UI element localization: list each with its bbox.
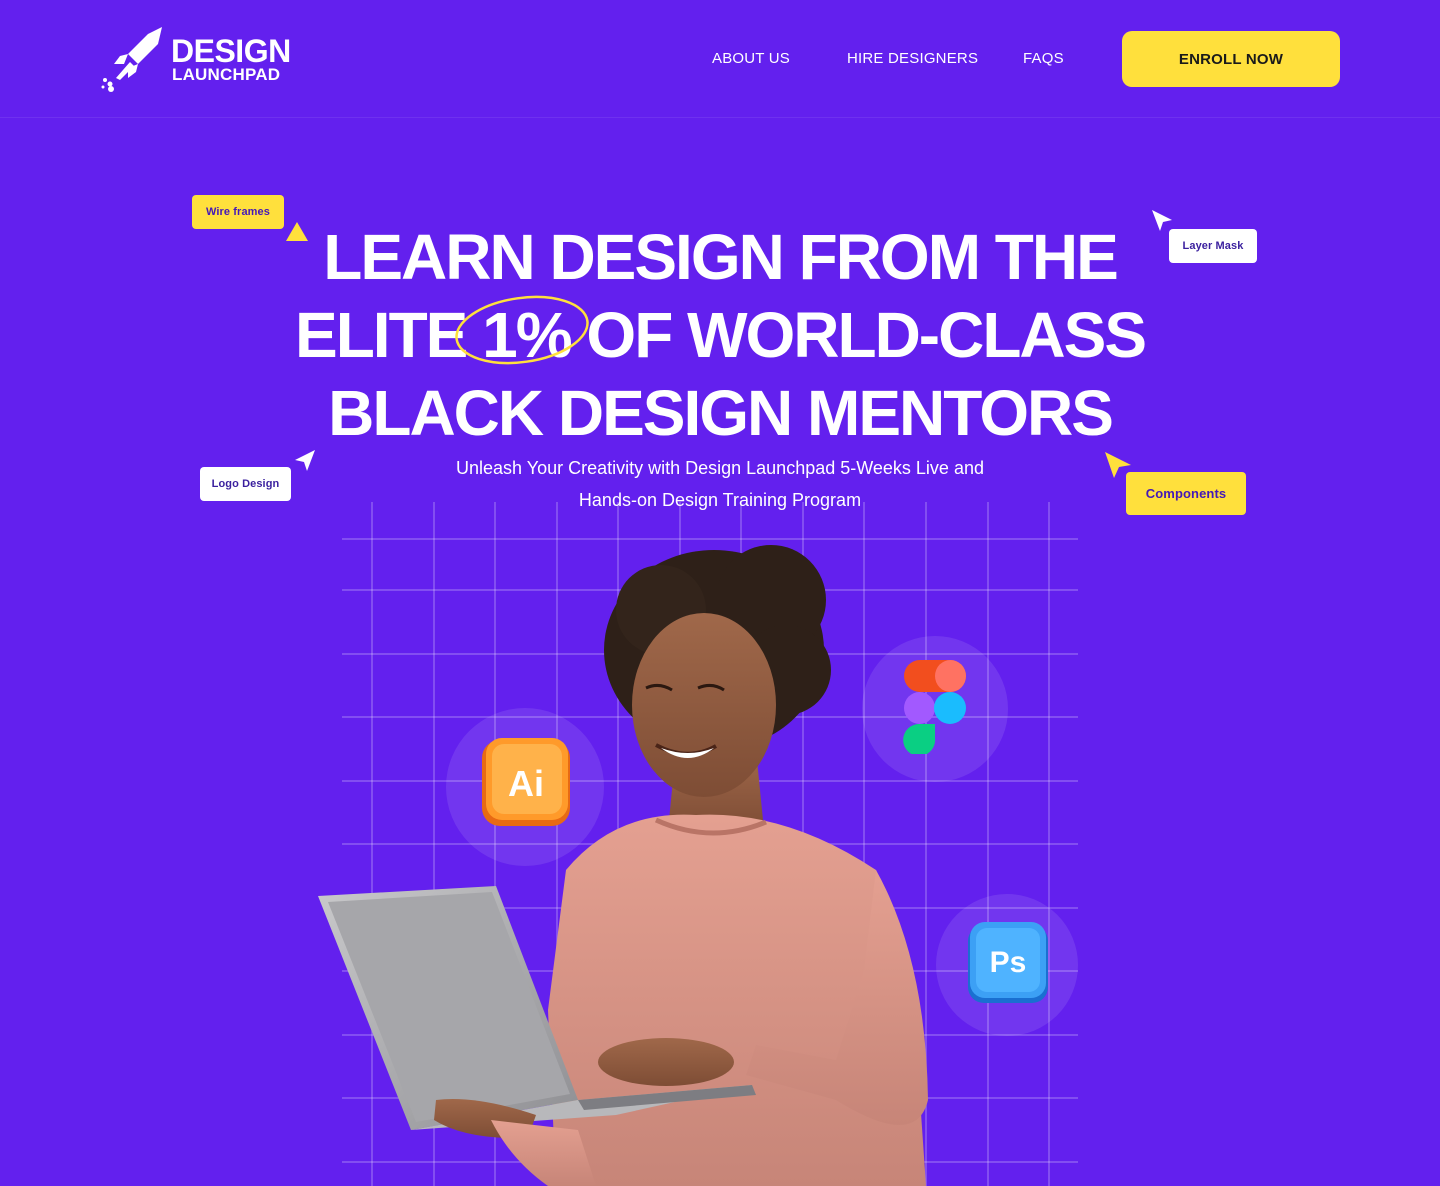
tag-logo-design: Logo Design — [200, 467, 291, 501]
top-navbar: DESIGN LAUNCHPAD ABOUT US HIRE DESIGNERS… — [0, 0, 1440, 118]
brand-name-line1: DESIGN — [171, 33, 291, 69]
nav-link-about-us[interactable]: ABOUT US — [712, 50, 790, 68]
headline-highlight: 1% — [455, 295, 589, 374]
illustrator-label: Ai — [508, 763, 544, 804]
hero-person-photo — [318, 545, 928, 1186]
subtitle-line-1: Unleash Your Creativity with Design Laun… — [456, 458, 984, 478]
photoshop-icon: Ps — [966, 920, 1050, 1004]
headline-line-2-post: OF WORLD-CLASS — [570, 299, 1147, 371]
brand-logo[interactable]: DESIGN LAUNCHPAD — [98, 24, 308, 94]
figma-icon — [902, 658, 968, 756]
brand-name-line2: LAUNCHPAD — [172, 65, 281, 84]
hero-headline: LEARN DESIGN FROM THE ELITE 1% OF WORLD-… — [240, 218, 1200, 452]
enroll-now-button[interactable]: ENROLL NOW — [1122, 31, 1340, 87]
photoshop-label: Ps — [990, 946, 1027, 979]
nav-link-faqs[interactable]: FAQS — [1023, 50, 1064, 68]
nav-link-hire-designers[interactable]: HIRE DESIGNERS — [847, 50, 978, 68]
headline-line-2-pre: ELITE — [295, 299, 483, 371]
headline-highlight-text: 1% — [482, 299, 572, 371]
illustrator-icon: Ai — [478, 734, 574, 830]
headline-line-1: LEARN DESIGN FROM THE — [323, 221, 1119, 293]
headline-line-3: BLACK DESIGN MENTORS — [328, 377, 1114, 449]
headline-line-2: ELITE 1% OF WORLD-CLASS — [240, 295, 1200, 374]
tag-components: Components — [1126, 472, 1246, 515]
rocket-icon — [101, 27, 162, 92]
